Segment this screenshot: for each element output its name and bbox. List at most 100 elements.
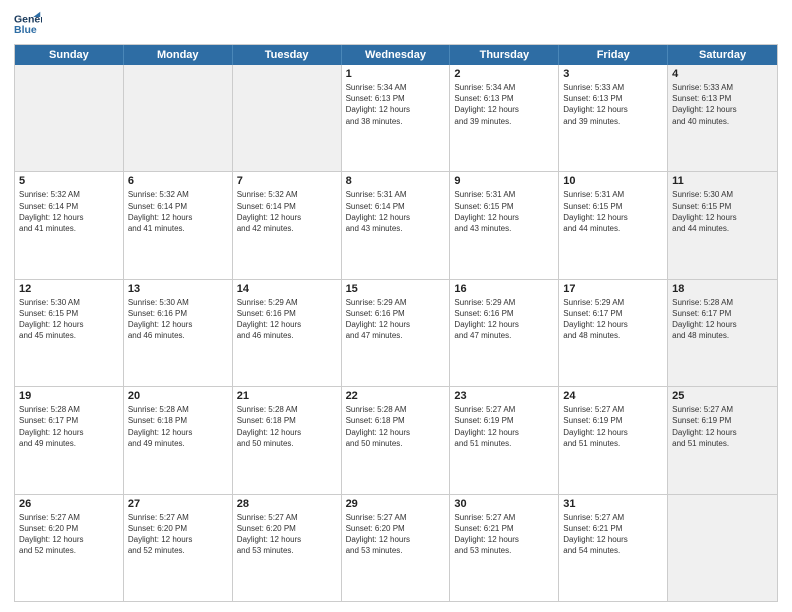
calendar-week-4: 19 Sunrise: 5:28 AM Sunset: 6:17 PM Dayli…	[15, 387, 777, 494]
calendar-cell: 1Sunrise: 5:34 AM Sunset: 6:13 PM Daylig…	[342, 65, 451, 171]
day-number: 15	[346, 283, 446, 295]
calendar-body: 1 Sunrise: 5:34 AM Sunset: 6:13 PM Daylig…	[15, 65, 777, 601]
calendar-cell: 9 Sunrise: 5:31 AM Sunset: 6:15 PM Daylig…	[450, 172, 559, 278]
day-number: 12	[19, 283, 119, 295]
day-number: 17	[563, 283, 663, 295]
cell-info: Sunrise: 5:32 AM Sunset: 6:14 PM Dayligh…	[19, 189, 119, 234]
calendar-cell	[668, 495, 777, 601]
day-number: 28	[237, 498, 337, 510]
calendar-cell: 13 Sunrise: 5:30 AM Sunset: 6:16 PM Dayli…	[124, 280, 233, 386]
cell-info: Sunrise: 5:28 AM Sunset: 6:17 PM Dayligh…	[19, 404, 119, 449]
cell-info: Sunrise: 5:31 AM Sunset: 6:14 PM Dayligh…	[346, 189, 446, 234]
calendar-cell: 30 Sunrise: 5:27 AM Sunset: 6:21 PM Dayli…	[450, 495, 559, 601]
day-number: 26	[19, 498, 119, 510]
day-number: 4	[672, 68, 773, 80]
calendar-week-2: 5Sunrise: 5:32 AM Sunset: 6:14 PM Daylig…	[15, 172, 777, 279]
calendar-cell: 2Sunrise: 5:34 AM Sunset: 6:13 PM Daylig…	[450, 65, 559, 171]
cell-info: Sunrise: 5:29 AM Sunset: 6:16 PM Dayligh…	[237, 297, 337, 342]
calendar-cell: 19 Sunrise: 5:28 AM Sunset: 6:17 PM Dayli…	[15, 387, 124, 493]
cell-info: Sunrise: 5:34 AM Sunset: 6:13 PM Dayligh…	[454, 82, 554, 127]
day-number: 3	[563, 68, 663, 80]
day-number: 7	[237, 175, 337, 187]
cell-info: Sunrise: 5:27 AM Sunset: 6:20 PM Dayligh…	[237, 512, 337, 557]
day-number: 8	[346, 175, 446, 187]
cell-info: Sunrise: 5:31 AM Sunset: 6:15 PM Dayligh…	[563, 189, 663, 234]
logo-icon: General Blue	[14, 10, 42, 38]
cell-info: Sunrise: 5:29 AM Sunset: 6:16 PM Dayligh…	[346, 297, 446, 342]
cell-info: Sunrise: 5:29 AM Sunset: 6:16 PM Dayligh…	[454, 297, 554, 342]
calendar-cell: 15 Sunrise: 5:29 AM Sunset: 6:16 PM Dayli…	[342, 280, 451, 386]
day-number: 16	[454, 283, 554, 295]
cell-info: Sunrise: 5:27 AM Sunset: 6:19 PM Dayligh…	[672, 404, 773, 449]
calendar-cell: 3 Sunrise: 5:33 AM Sunset: 6:13 PM Daylig…	[559, 65, 668, 171]
cell-info: Sunrise: 5:31 AM Sunset: 6:15 PM Dayligh…	[454, 189, 554, 234]
header-day-tuesday: Tuesday	[233, 45, 342, 65]
header: General Blue	[14, 10, 778, 38]
cell-info: Sunrise: 5:27 AM Sunset: 6:19 PM Dayligh…	[563, 404, 663, 449]
calendar-cell: 7Sunrise: 5:32 AM Sunset: 6:14 PM Daylig…	[233, 172, 342, 278]
cell-info: Sunrise: 5:27 AM Sunset: 6:21 PM Dayligh…	[563, 512, 663, 557]
day-number: 23	[454, 390, 554, 402]
cell-info: Sunrise: 5:27 AM Sunset: 6:20 PM Dayligh…	[19, 512, 119, 557]
calendar-cell: 23 Sunrise: 5:27 AM Sunset: 6:19 PM Dayli…	[450, 387, 559, 493]
cell-info: Sunrise: 5:28 AM Sunset: 6:18 PM Dayligh…	[128, 404, 228, 449]
header-day-friday: Friday	[559, 45, 668, 65]
calendar-cell: 28 Sunrise: 5:27 AM Sunset: 6:20 PM Dayli…	[233, 495, 342, 601]
calendar-cell	[233, 65, 342, 171]
day-number: 30	[454, 498, 554, 510]
cell-info: Sunrise: 5:27 AM Sunset: 6:19 PM Dayligh…	[454, 404, 554, 449]
cell-info: Sunrise: 5:33 AM Sunset: 6:13 PM Dayligh…	[563, 82, 663, 127]
header-day-wednesday: Wednesday	[342, 45, 451, 65]
day-number: 29	[346, 498, 446, 510]
day-number: 11	[672, 175, 773, 187]
cell-info: Sunrise: 5:27 AM Sunset: 6:20 PM Dayligh…	[128, 512, 228, 557]
header-day-monday: Monday	[124, 45, 233, 65]
calendar-cell: 22 Sunrise: 5:28 AM Sunset: 6:18 PM Dayli…	[342, 387, 451, 493]
cell-info: Sunrise: 5:30 AM Sunset: 6:15 PM Dayligh…	[19, 297, 119, 342]
calendar: SundayMondayTuesdayWednesdayThursdayFrid…	[14, 44, 778, 602]
calendar-cell: 20 Sunrise: 5:28 AM Sunset: 6:18 PM Dayli…	[124, 387, 233, 493]
day-number: 25	[672, 390, 773, 402]
calendar-cell: 17 Sunrise: 5:29 AM Sunset: 6:17 PM Dayli…	[559, 280, 668, 386]
calendar-week-1: 1 Sunrise: 5:34 AM Sunset: 6:13 PM Daylig…	[15, 65, 777, 172]
calendar-cell: 27 Sunrise: 5:27 AM Sunset: 6:20 PM Dayli…	[124, 495, 233, 601]
cell-info: Sunrise: 5:27 AM Sunset: 6:21 PM Dayligh…	[454, 512, 554, 557]
calendar-cell: 24 Sunrise: 5:27 AM Sunset: 6:19 PM Dayli…	[559, 387, 668, 493]
calendar-cell: 5Sunrise: 5:32 AM Sunset: 6:14 PM Daylig…	[15, 172, 124, 278]
calendar-cell: 11 Sunrise: 5:30 AM Sunset: 6:15 PM Dayli…	[668, 172, 777, 278]
day-number: 18	[672, 283, 773, 295]
calendar-cell: 29 Sunrise: 5:27 AM Sunset: 6:20 PM Dayli…	[342, 495, 451, 601]
calendar-cell: 21 Sunrise: 5:28 AM Sunset: 6:18 PM Dayli…	[233, 387, 342, 493]
cell-info: Sunrise: 5:28 AM Sunset: 6:18 PM Dayligh…	[346, 404, 446, 449]
calendar-cell: 16 Sunrise: 5:29 AM Sunset: 6:16 PM Dayli…	[450, 280, 559, 386]
day-number: 19	[19, 390, 119, 402]
cell-info: Sunrise: 5:30 AM Sunset: 6:16 PM Dayligh…	[128, 297, 228, 342]
calendar-cell	[124, 65, 233, 171]
day-number: 24	[563, 390, 663, 402]
calendar-week-5: 26 Sunrise: 5:27 AM Sunset: 6:20 PM Dayli…	[15, 495, 777, 601]
logo: General Blue	[14, 10, 46, 38]
calendar-cell: 18 Sunrise: 5:28 AM Sunset: 6:17 PM Dayli…	[668, 280, 777, 386]
calendar-cell	[15, 65, 124, 171]
day-number: 13	[128, 283, 228, 295]
cell-info: Sunrise: 5:30 AM Sunset: 6:15 PM Dayligh…	[672, 189, 773, 234]
cell-info: Sunrise: 5:28 AM Sunset: 6:17 PM Dayligh…	[672, 297, 773, 342]
calendar-cell: 26 Sunrise: 5:27 AM Sunset: 6:20 PM Dayli…	[15, 495, 124, 601]
day-number: 9	[454, 175, 554, 187]
calendar-cell: 4 Sunrise: 5:33 AM Sunset: 6:13 PM Daylig…	[668, 65, 777, 171]
day-number: 31	[563, 498, 663, 510]
calendar-cell: 25 Sunrise: 5:27 AM Sunset: 6:19 PM Dayli…	[668, 387, 777, 493]
day-number: 21	[237, 390, 337, 402]
cell-info: Sunrise: 5:28 AM Sunset: 6:18 PM Dayligh…	[237, 404, 337, 449]
cell-info: Sunrise: 5:29 AM Sunset: 6:17 PM Dayligh…	[563, 297, 663, 342]
day-number: 27	[128, 498, 228, 510]
day-number: 20	[128, 390, 228, 402]
cell-info: Sunrise: 5:27 AM Sunset: 6:20 PM Dayligh…	[346, 512, 446, 557]
cell-info: Sunrise: 5:33 AM Sunset: 6:13 PM Dayligh…	[672, 82, 773, 127]
calendar-cell: 6 Sunrise: 5:32 AM Sunset: 6:14 PM Daylig…	[124, 172, 233, 278]
cell-info: Sunrise: 5:32 AM Sunset: 6:14 PM Dayligh…	[128, 189, 228, 234]
day-number: 6	[128, 175, 228, 187]
day-number: 22	[346, 390, 446, 402]
calendar-cell: 10Sunrise: 5:31 AM Sunset: 6:15 PM Dayli…	[559, 172, 668, 278]
day-number: 1	[346, 68, 446, 80]
